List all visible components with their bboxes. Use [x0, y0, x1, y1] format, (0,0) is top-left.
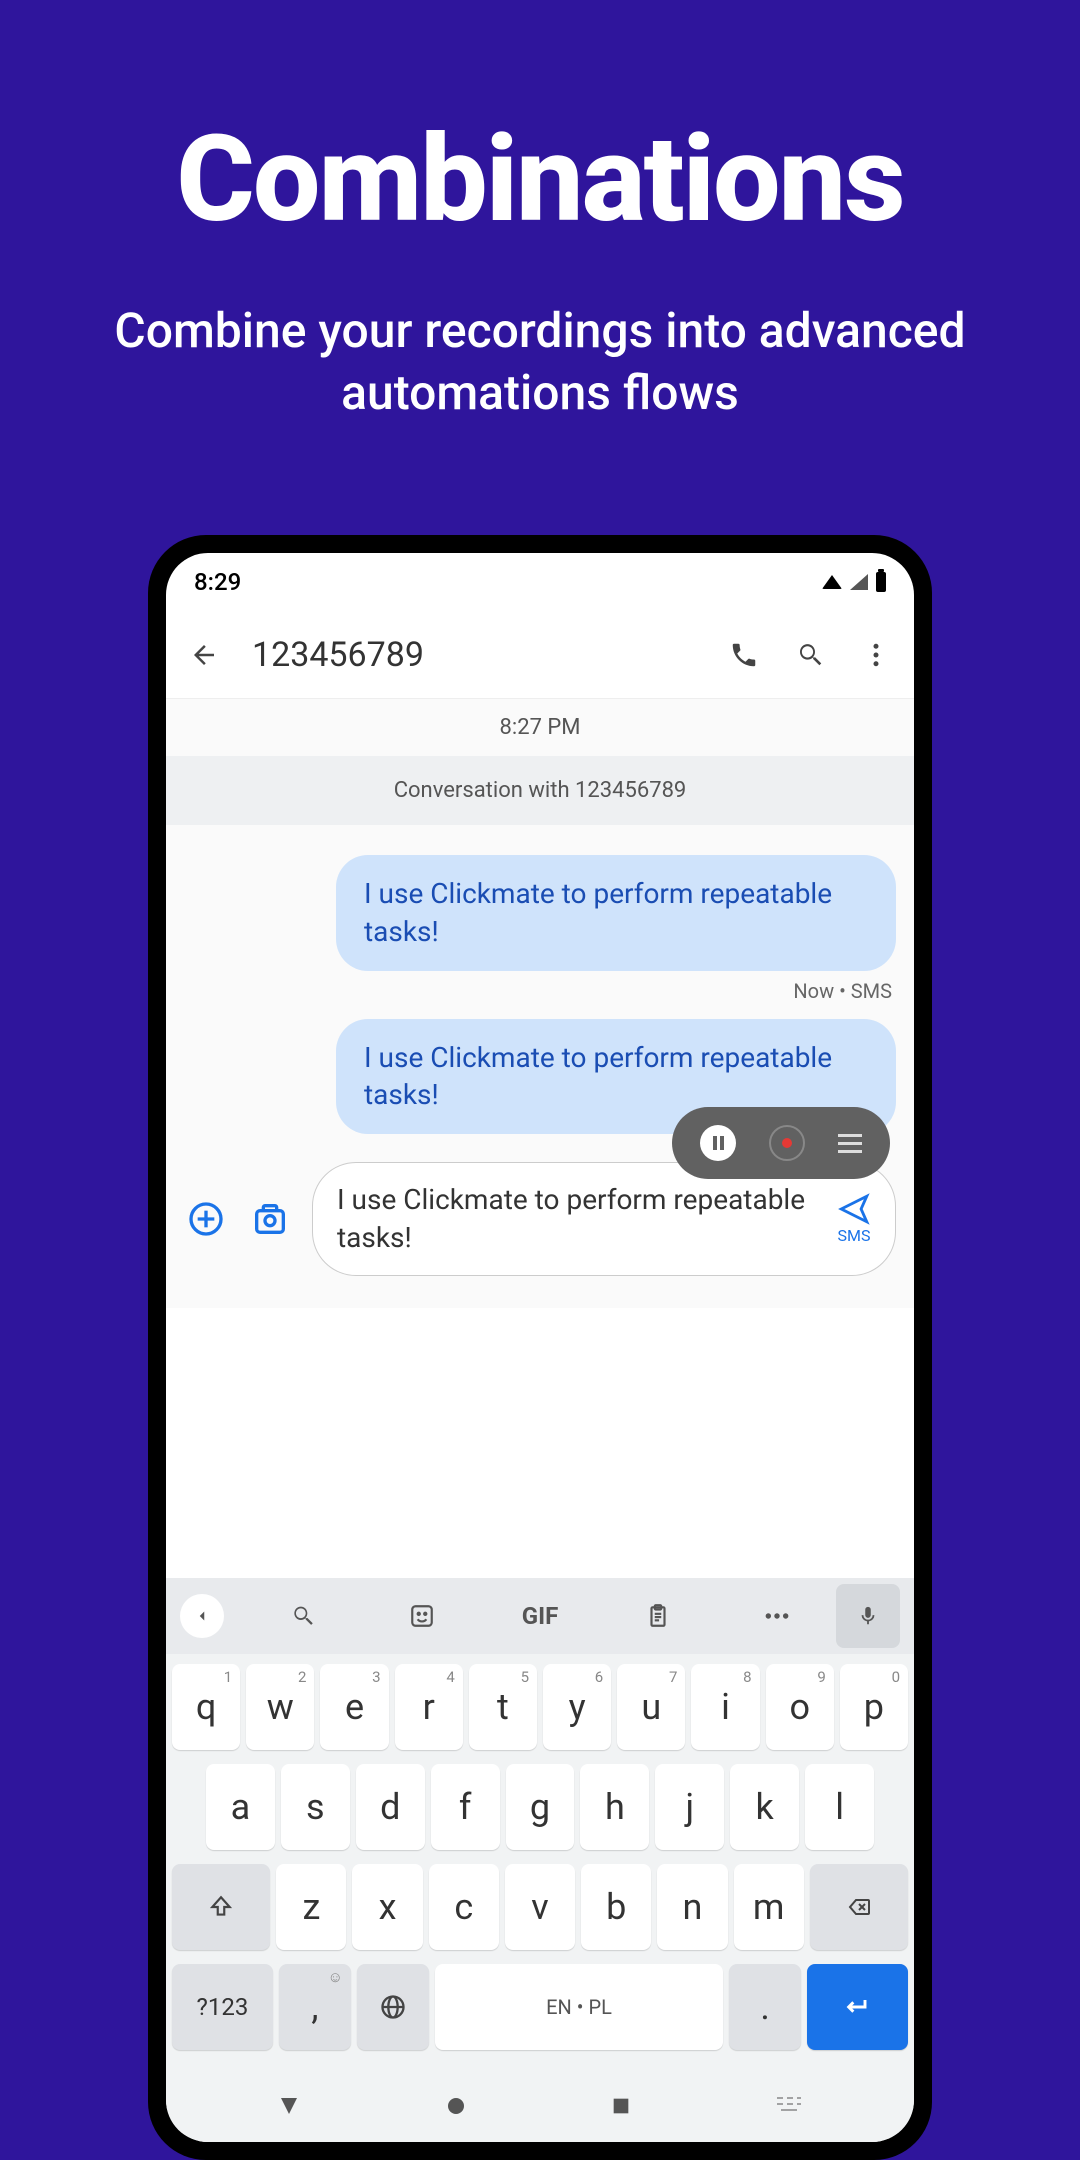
add-attachment-icon[interactable]	[184, 1197, 228, 1241]
battery-icon	[876, 572, 886, 592]
key-q[interactable]: q1	[172, 1664, 240, 1750]
compose-text: I use Clickmate to perform repeatable ta…	[337, 1181, 825, 1257]
status-bar: 8:29	[166, 553, 914, 611]
call-icon[interactable]	[726, 637, 762, 673]
key-p[interactable]: p0	[840, 1664, 908, 1750]
status-time: 8:29	[194, 568, 241, 596]
keyboard-toolbar: GIF	[166, 1578, 914, 1654]
search-icon[interactable]	[792, 637, 828, 673]
symbols-key[interactable]: ?123	[172, 1964, 273, 2050]
key-z[interactable]: z	[276, 1864, 346, 1950]
signal-icon	[850, 574, 868, 590]
recording-overlay[interactable]	[672, 1107, 890, 1179]
key-j[interactable]: j	[655, 1764, 724, 1850]
key-t[interactable]: t5	[469, 1664, 537, 1750]
key-n[interactable]: n	[657, 1864, 727, 1950]
key-h[interactable]: h	[580, 1764, 649, 1850]
key-i[interactable]: i8	[691, 1664, 759, 1750]
key-m[interactable]: m	[734, 1864, 804, 1950]
phone-screen: 8:29 123456789 8:27 PM Conv	[166, 553, 914, 2142]
key-e[interactable]: e3	[320, 1664, 388, 1750]
key-v[interactable]: v	[505, 1864, 575, 1950]
compose-row: I use Clickmate to perform repeatable ta…	[166, 1162, 914, 1276]
overlay-menu-icon[interactable]	[838, 1134, 862, 1153]
comma-key[interactable]: ,☺	[279, 1964, 351, 2050]
key-b[interactable]: b	[581, 1864, 651, 1950]
gif-button[interactable]: GIF	[481, 1590, 599, 1642]
message-meta: Now • SMS	[166, 979, 892, 1003]
key-c[interactable]: c	[429, 1864, 499, 1950]
key-a[interactable]: a	[206, 1764, 275, 1850]
globe-key[interactable]	[357, 1964, 429, 2050]
nav-back-icon[interactable]	[277, 2094, 301, 2122]
key-k[interactable]: k	[730, 1764, 799, 1850]
record-icon[interactable]	[769, 1125, 805, 1161]
thread-time: 8:27 PM	[166, 699, 914, 756]
key-x[interactable]: x	[352, 1864, 422, 1950]
nav-bar	[166, 2074, 914, 2142]
promo-title: Combinations	[60, 110, 1020, 250]
key-f[interactable]: f	[431, 1764, 500, 1850]
key-l[interactable]: l	[805, 1764, 874, 1850]
nav-home-icon[interactable]	[444, 2094, 468, 2122]
nav-keyboard-icon[interactable]	[775, 2096, 803, 2120]
wifi-icon	[822, 575, 842, 589]
send-label: SMS	[838, 1226, 871, 1245]
send-icon[interactable]	[837, 1192, 871, 1226]
key-w[interactable]: w2	[246, 1664, 314, 1750]
message-bubble[interactable]: I use Clickmate to perform repeatable ta…	[336, 855, 896, 971]
message-thread: 8:27 PM Conversation with 123456789 I us…	[166, 699, 914, 1308]
chevron-left-icon[interactable]	[180, 1594, 224, 1638]
more-icon[interactable]	[858, 637, 894, 673]
nav-recent-icon[interactable]	[610, 2095, 632, 2121]
camera-icon[interactable]	[248, 1197, 292, 1241]
shift-key[interactable]	[172, 1864, 270, 1950]
conversation-label: Conversation with 123456789	[166, 756, 914, 825]
clipboard-icon[interactable]	[599, 1590, 717, 1642]
kbd-search-icon[interactable]	[244, 1590, 362, 1642]
blank-area	[166, 1308, 914, 1578]
key-s[interactable]: s	[281, 1764, 350, 1850]
key-y[interactable]: y6	[543, 1664, 611, 1750]
compose-input[interactable]: I use Clickmate to perform repeatable ta…	[312, 1162, 896, 1276]
more-dots-icon[interactable]	[718, 1590, 836, 1642]
key-u[interactable]: u7	[617, 1664, 685, 1750]
space-key[interactable]: EN • PL	[435, 1964, 723, 2050]
mic-icon[interactable]	[836, 1584, 900, 1648]
phone-frame: 8:29 123456789 8:27 PM Conv	[148, 535, 932, 2160]
key-r[interactable]: r4	[395, 1664, 463, 1750]
key-d[interactable]: d	[356, 1764, 425, 1850]
pause-icon[interactable]	[700, 1125, 736, 1161]
period-key[interactable]: .	[729, 1964, 801, 2050]
key-g[interactable]: g	[506, 1764, 575, 1850]
promo-subtitle: Combine your recordings into advanced au…	[60, 300, 1020, 425]
keyboard: q1w2e3r4t5y6u7i8o9p0 asdfghjkl zxcvbnm ?…	[166, 1654, 914, 2074]
conversation-title: 123456789	[252, 635, 696, 675]
app-bar: 123456789	[166, 611, 914, 699]
enter-key[interactable]	[807, 1964, 908, 2050]
sticker-icon[interactable]	[362, 1590, 480, 1642]
backspace-key[interactable]	[810, 1864, 908, 1950]
back-icon[interactable]	[186, 637, 222, 673]
key-o[interactable]: o9	[766, 1664, 834, 1750]
